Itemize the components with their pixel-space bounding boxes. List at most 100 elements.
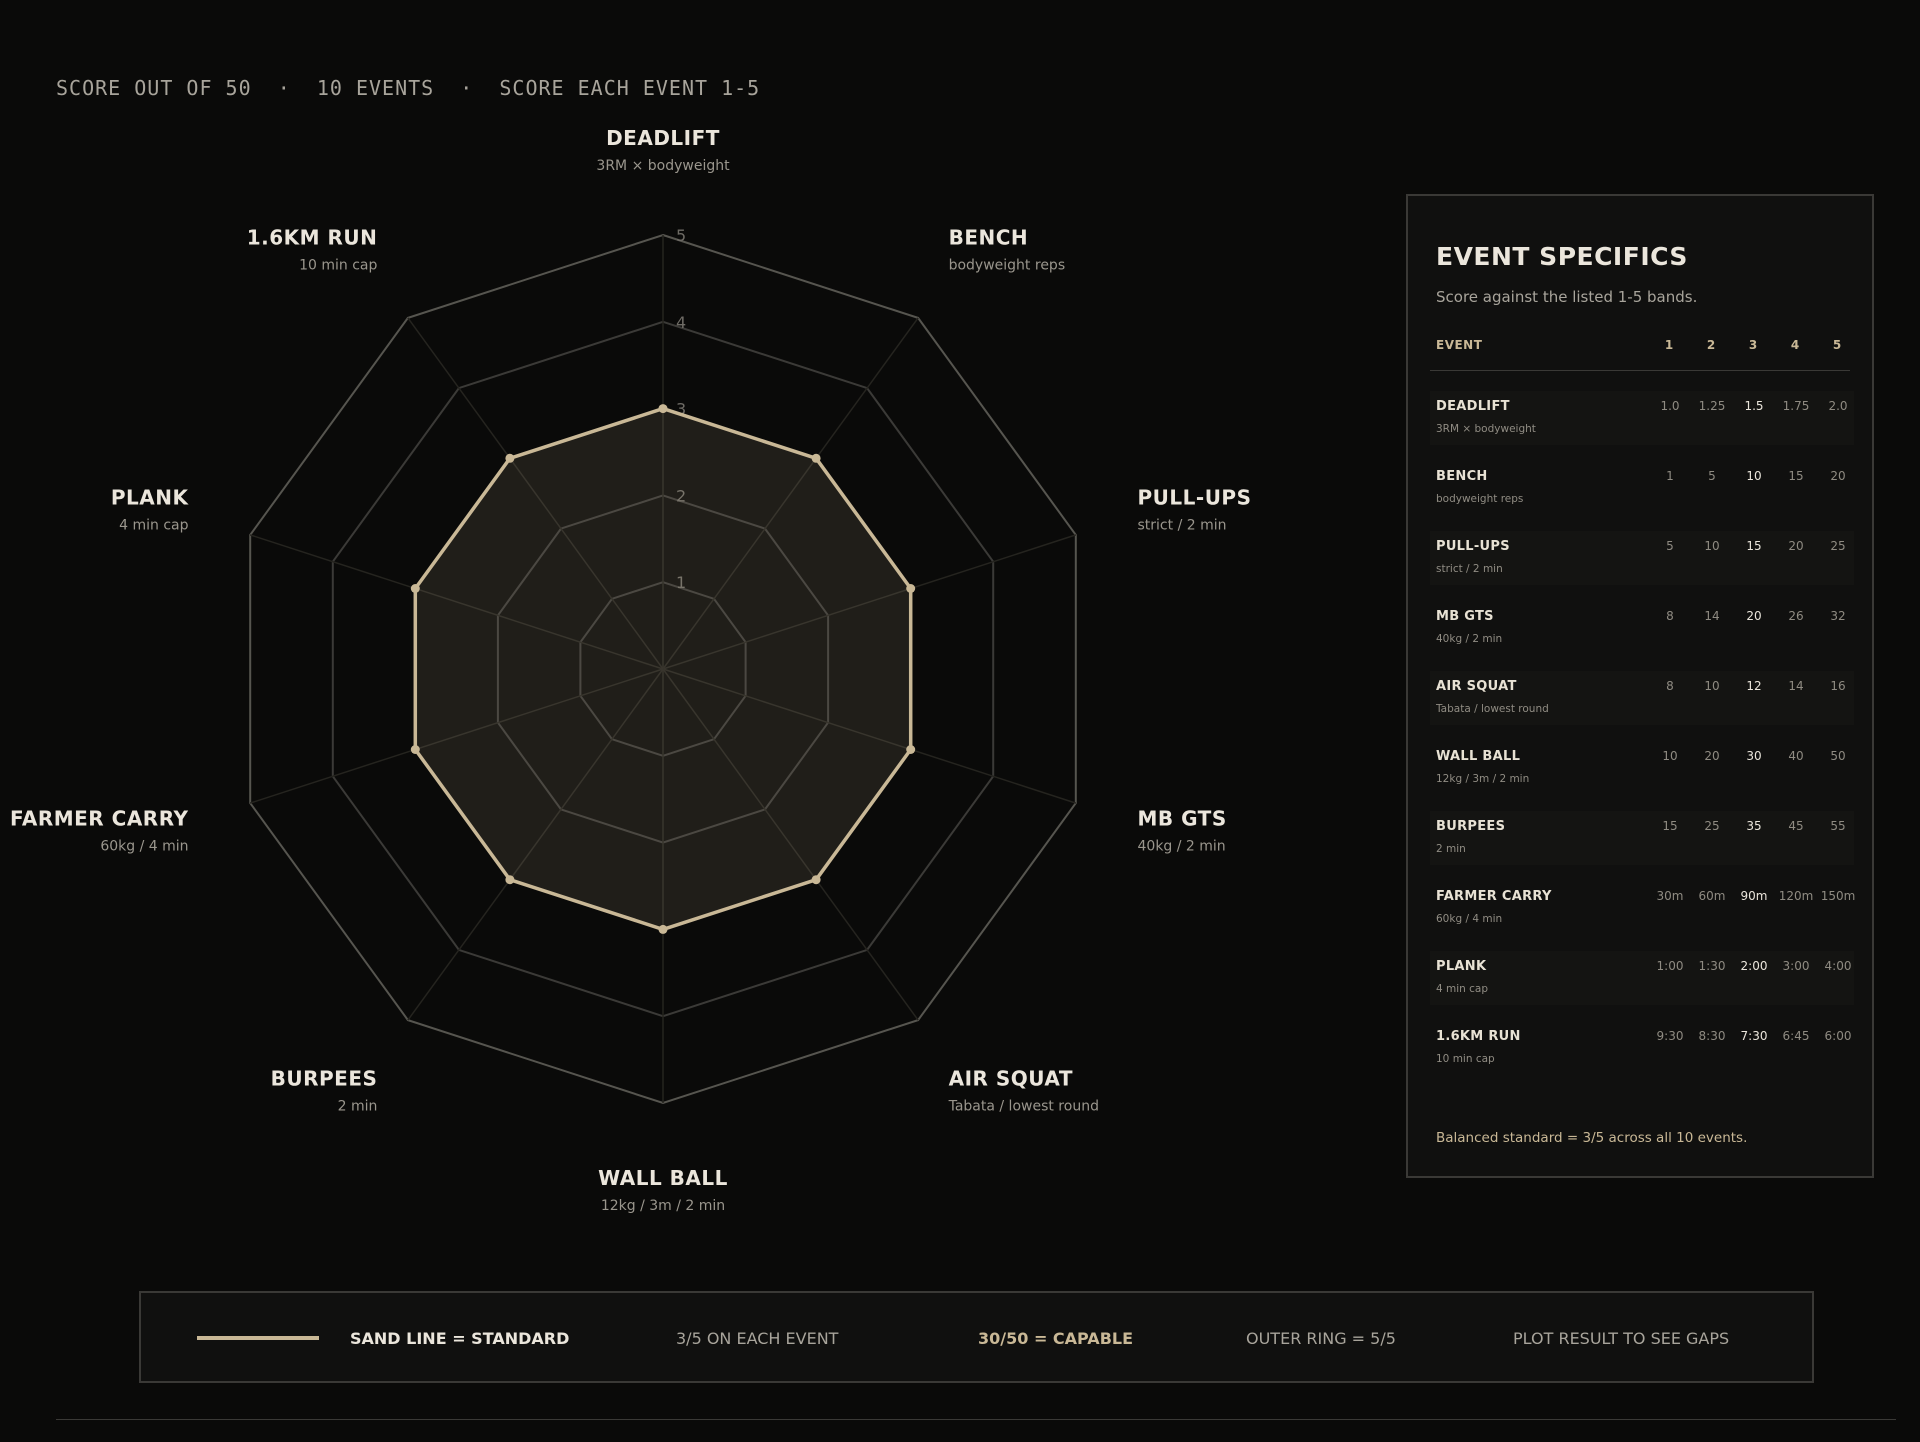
- axis-note-burpees: 2 min: [338, 1099, 378, 1115]
- row-cell-score-3: 12: [1746, 679, 1762, 693]
- panel-title: EVENT SPECIFICS: [1436, 242, 1688, 271]
- axis-label-bench: BENCH: [949, 225, 1029, 249]
- row-event-note: Tabata / lowest round: [1436, 703, 1549, 715]
- table-header-score-5: 5: [1832, 338, 1842, 352]
- legend-item-standard: SAND LINE = STANDARD: [350, 1329, 570, 1348]
- row-cell-score-2: 10: [1704, 679, 1720, 693]
- axis-note-wall-ball: 12kg / 3m / 2 min: [601, 1198, 725, 1214]
- series-area: [413, 406, 913, 932]
- row-cell-score-2: 1.25: [1698, 399, 1726, 413]
- row-cell-score-1: 8: [1666, 679, 1674, 693]
- row-cell-score-5: 150m: [1820, 889, 1856, 903]
- row-cell-score-1: 8: [1666, 609, 1674, 623]
- row-cell-score-4: 6:45: [1782, 1029, 1810, 1043]
- row-event-name: DEADLIFT: [1436, 399, 1510, 414]
- row-event-name: BURPEES: [1436, 819, 1506, 834]
- axis-label-pull-ups: PULL-UPS: [1138, 485, 1252, 509]
- row-cell-score-3: 30: [1746, 749, 1762, 763]
- series-point-wall-ball: [658, 924, 668, 934]
- row-cell-score-3: 20: [1746, 609, 1762, 623]
- row-cell-score-5: 25: [1830, 539, 1846, 553]
- row-cell-score-4: 15: [1788, 469, 1804, 483]
- row-cell-score-2: 10: [1704, 539, 1720, 553]
- row-cell-score-5: 6:00: [1824, 1029, 1852, 1043]
- row-cell-score-4: 1.75: [1782, 399, 1810, 413]
- legend-item-plot-result: PLOT RESULT TO SEE GAPS: [1513, 1329, 1730, 1348]
- row-cell-score-5: 4:00: [1824, 959, 1852, 973]
- row-cell-score-3: 2:00: [1740, 959, 1768, 973]
- legend-item-capable: 30/50 = CAPABLE: [978, 1329, 1134, 1348]
- table-row: MB GTS 40kg / 2 min 8 14 20 26 32: [1430, 601, 1854, 655]
- series-point-mb-gts: [906, 745, 916, 754]
- table-header-divider: [1430, 370, 1850, 371]
- row-cell-score-3: 1.5: [1744, 399, 1764, 413]
- row-cell-score-2: 1:30: [1698, 959, 1726, 973]
- table-header-event: EVENT: [1436, 338, 1483, 352]
- table-header-score-1: 1: [1664, 338, 1674, 352]
- table-row: DEADLIFT 3RM × bodyweight 1.0 1.25 1.5 1…: [1430, 391, 1854, 445]
- axis-label-1-6km-run: 1.6KM RUN: [247, 225, 378, 249]
- row-event-name: AIR SQUAT: [1436, 679, 1517, 694]
- axis-note-air-squat: Tabata / lowest round: [948, 1099, 1099, 1115]
- row-cell-score-4: 3:00: [1782, 959, 1810, 973]
- row-event-note: 40kg / 2 min: [1436, 633, 1503, 645]
- row-cell-score-4: 40: [1788, 749, 1804, 763]
- legend-item-each-event: 3/5 ON EACH EVENT: [676, 1329, 839, 1348]
- table-row: PULL-UPS strict / 2 min 5 10 15 20 25: [1430, 531, 1854, 585]
- row-cell-score-4: 14: [1788, 679, 1804, 693]
- axis-note-1-6km-run: 10 min cap: [299, 257, 377, 273]
- series-point-1-6km-run: [505, 453, 515, 463]
- axis-label-deadlift: DEADLIFT: [606, 126, 720, 150]
- row-event-note: strict / 2 min: [1436, 563, 1503, 575]
- row-cell-score-5: 50: [1830, 749, 1846, 763]
- row-cell-score-1: 1:00: [1656, 959, 1684, 973]
- bottom-divider: [56, 1419, 1896, 1420]
- row-cell-score-2: 8:30: [1698, 1029, 1726, 1043]
- legend-bar: SAND LINE = STANDARD 3/5 ON EACH EVENT 3…: [139, 1291, 1814, 1383]
- axis-note-deadlift: 3RM × bodyweight: [596, 158, 730, 174]
- table-row: AIR SQUAT Tabata / lowest round 8 10 12 …: [1430, 671, 1854, 725]
- row-cell-score-4: 26: [1788, 609, 1804, 623]
- row-cell-score-1: 5: [1666, 539, 1674, 553]
- axis-note-mb-gts: 40kg / 2 min: [1138, 839, 1226, 855]
- tick-label-5: 5: [676, 226, 686, 245]
- row-cell-score-2: 14: [1704, 609, 1720, 623]
- row-cell-score-1: 1.0: [1660, 399, 1680, 413]
- table-header-score-2: 2: [1706, 338, 1716, 352]
- axis-note-pull-ups: strict / 2 min: [1138, 517, 1227, 533]
- row-event-name: FARMER CARRY: [1436, 889, 1552, 904]
- legend-item-outer-ring: OUTER RING = 5/5: [1246, 1329, 1396, 1348]
- row-event-note: 12kg / 3m / 2 min: [1436, 773, 1530, 785]
- series-point-air-squat: [811, 875, 821, 885]
- row-cell-score-3: 10: [1746, 469, 1762, 483]
- table-row: BENCH bodyweight reps 1 5 10 15 20: [1430, 461, 1854, 515]
- table-row: 1.6KM RUN 10 min cap 9:30 8:30 7:30 6:45…: [1430, 1021, 1854, 1075]
- series-point-pull-ups: [906, 584, 916, 593]
- row-event-name: MB GTS: [1436, 609, 1494, 624]
- axis-note-farmer-carry: 60kg / 4 min: [100, 839, 188, 855]
- table-row: FARMER CARRY 60kg / 4 min 30m 60m 90m 12…: [1430, 881, 1855, 935]
- row-cell-score-1: 1: [1666, 469, 1674, 483]
- axis-label-plank: PLANK: [111, 485, 190, 509]
- row-cell-score-5: 2.0: [1828, 399, 1848, 413]
- row-cell-score-5: 20: [1830, 469, 1846, 483]
- legend-sand-line-swatch: [197, 1336, 319, 1340]
- row-cell-score-5: 32: [1830, 609, 1846, 623]
- axis-label-wall-ball: WALL BALL: [598, 1166, 728, 1190]
- axis-label-air-squat: AIR SQUAT: [949, 1067, 1073, 1091]
- row-cell-score-4: 120m: [1778, 889, 1814, 903]
- series-point-burpees: [505, 875, 515, 885]
- axis-label-mb-gts: MB GTS: [1138, 807, 1227, 831]
- row-event-name: WALL BALL: [1436, 749, 1521, 764]
- panel-subtitle: Score against the listed 1-5 bands.: [1436, 288, 1698, 306]
- row-cell-score-3: 7:30: [1740, 1029, 1768, 1043]
- row-cell-score-3: 35: [1746, 819, 1762, 833]
- row-cell-score-2: 60m: [1698, 889, 1726, 903]
- row-cell-score-2: 25: [1704, 819, 1720, 833]
- radar-series: [410, 404, 916, 934]
- series-point-farmer-carry: [410, 745, 420, 754]
- table-header-score-4: 4: [1790, 338, 1800, 352]
- table-row: WALL BALL 12kg / 3m / 2 min 10 20 30 40 …: [1430, 741, 1854, 795]
- series-point-plank: [410, 584, 420, 593]
- axis-note-bench: bodyweight reps: [949, 257, 1066, 273]
